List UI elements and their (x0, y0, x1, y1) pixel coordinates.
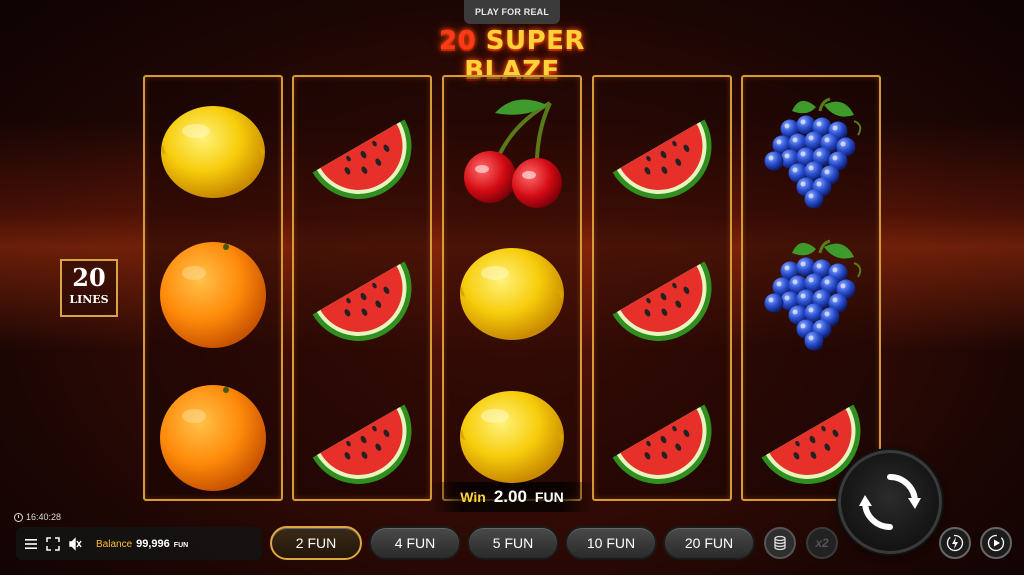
lines-count: 20 (72, 263, 106, 292)
turbo-icon (946, 534, 964, 552)
fullscreen-icon[interactable] (46, 536, 60, 551)
lines-label: LINES (69, 293, 109, 306)
autoplay-button[interactable] (980, 527, 1012, 559)
watermelon-symbol (754, 380, 868, 494)
lemon-symbol (455, 237, 569, 351)
bet-button-5[interactable]: 5 FUN (467, 526, 559, 560)
watermelon-symbol (305, 237, 419, 351)
menu-icon[interactable] (24, 537, 38, 551)
clock-icon (14, 512, 23, 522)
bet-button-10[interactable]: 10 FUN (565, 526, 657, 560)
balance: Balance 99,996 FUN (96, 538, 188, 550)
lines-badge: 20 LINES (60, 259, 118, 317)
lemon-symbol (455, 380, 569, 494)
watermelon-symbol (605, 380, 719, 494)
watermelon-symbol (605, 237, 719, 351)
lemon-symbol (156, 95, 270, 209)
cherry-symbol (455, 95, 569, 209)
coin-stack-icon (771, 534, 789, 552)
bet-button-4[interactable]: 4 FUN (369, 526, 461, 560)
orange-symbol (156, 380, 270, 494)
bet-button-20[interactable]: 20 FUN (663, 526, 755, 560)
watermelon-symbol (305, 380, 419, 494)
bottom-info-bar: Balance 99,996 FUN (16, 527, 262, 560)
play-for-real-button[interactable]: PLAY FOR REAL (464, 0, 560, 24)
grapes-symbol (754, 237, 868, 351)
autoplay-icon (987, 534, 1005, 552)
turbo-button[interactable] (939, 527, 971, 559)
clock-time: 16:40:28 (26, 512, 62, 522)
balance-currency: FUN (173, 541, 189, 549)
gamble-x2-button[interactable]: x2 (806, 527, 838, 559)
game-title: 20 SUPER BLAZE (392, 26, 632, 86)
clock: 16:40:28 (14, 512, 61, 522)
grapes-symbol (754, 95, 868, 209)
watermelon-symbol (605, 95, 719, 209)
orange-symbol (156, 237, 270, 351)
bet-button-2[interactable]: 2 FUN (270, 526, 362, 560)
watermelon-symbol (305, 95, 419, 209)
balance-label: Balance (96, 538, 133, 550)
coin-stack-button[interactable] (764, 527, 796, 559)
title-number: 20 (439, 26, 477, 56)
sound-off-icon[interactable] (68, 536, 82, 551)
balance-value: 99,996 (136, 537, 170, 550)
